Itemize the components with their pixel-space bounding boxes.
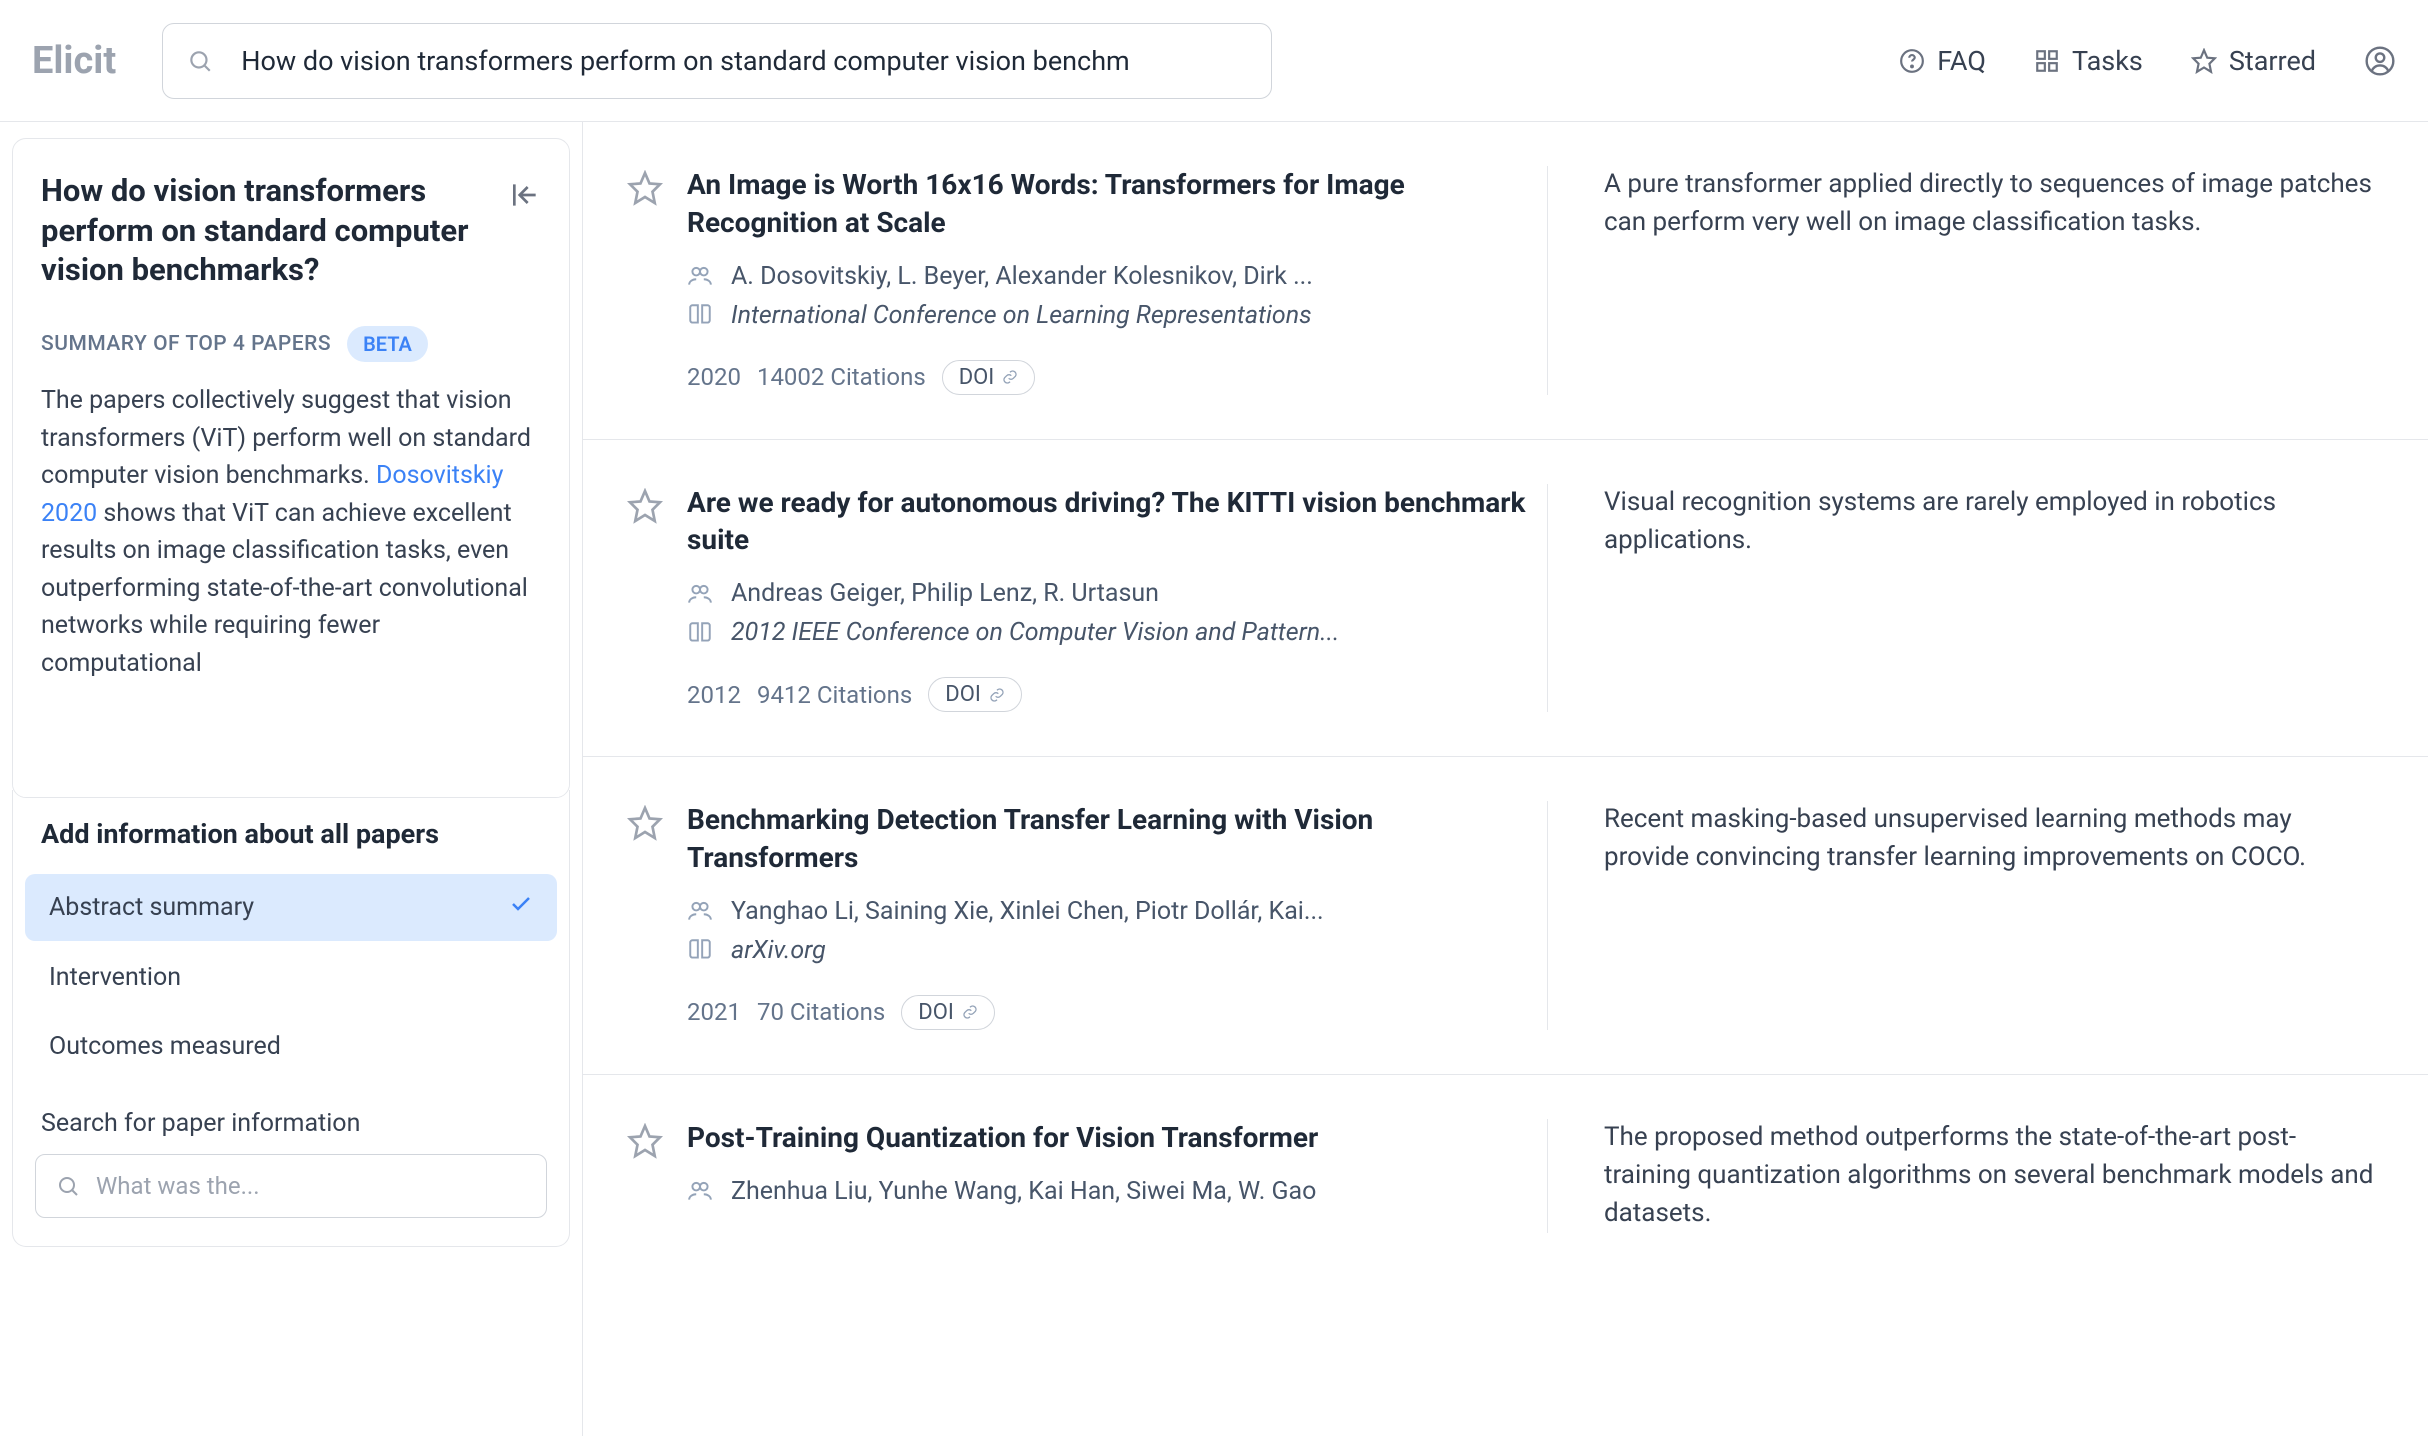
search-icon xyxy=(187,48,213,74)
result-row: Benchmarking Detection Transfer Learning… xyxy=(583,757,2428,1075)
column-search[interactable] xyxy=(35,1154,547,1218)
paper-citations: 9412 Citations xyxy=(757,681,912,709)
paper-venue: 2012 IEEE Conference on Computer Vision … xyxy=(731,618,1339,647)
column-option-outcomes-measured[interactable]: Outcomes measured xyxy=(25,1014,557,1079)
abstract-summary: Recent masking-based unsupervised learni… xyxy=(1547,801,2428,1030)
star-icon[interactable] xyxy=(627,805,663,841)
paper-authors: Andreas Geiger, Philip Lenz, R. Urtasun xyxy=(731,579,1159,608)
link-icon xyxy=(989,687,1005,703)
faq-link[interactable]: FAQ xyxy=(1899,45,1986,77)
result-row: An Image is Worth 16x16 Words: Transform… xyxy=(583,122,2428,440)
authors-icon xyxy=(687,1178,713,1204)
column-option-abstract-summary[interactable]: Abstract summary xyxy=(25,874,557,941)
star-icon xyxy=(2191,48,2217,74)
abstract-summary: Visual recognition systems are rarely em… xyxy=(1547,484,2428,713)
abstract-summary: The proposed method outperforms the stat… xyxy=(1547,1119,2428,1233)
help-icon xyxy=(1899,48,1925,74)
star-icon[interactable] xyxy=(627,1123,663,1159)
paper-citations: 14002 Citations xyxy=(757,363,926,391)
summary-text: The papers collectively suggest that vis… xyxy=(41,382,541,682)
results-list: An Image is Worth 16x16 Words: Transform… xyxy=(582,122,2428,1436)
paper-title[interactable]: Benchmarking Detection Transfer Learning… xyxy=(687,801,1547,877)
paper-title[interactable]: Are we ready for autonomous driving? The… xyxy=(687,484,1547,560)
columns-title: Add information about all papers xyxy=(25,818,557,850)
book-icon xyxy=(687,302,713,328)
link-icon xyxy=(962,1004,978,1020)
paper-title[interactable]: An Image is Worth 16x16 Words: Transform… xyxy=(687,166,1547,242)
paper-venue: arXiv.org xyxy=(731,936,826,965)
tasks-label: Tasks xyxy=(2072,45,2143,77)
beta-badge: BETA xyxy=(347,326,428,362)
column-option-label: Intervention xyxy=(49,963,181,992)
doi-button[interactable]: DOI xyxy=(942,360,1036,395)
book-icon xyxy=(687,937,713,963)
columns-card: Add information about all papers Abstrac… xyxy=(12,790,570,1247)
paper-year: 2020 xyxy=(687,363,741,391)
column-option-label: Outcomes measured xyxy=(49,1032,281,1061)
column-option-label: Abstract summary xyxy=(49,893,254,922)
book-icon xyxy=(687,620,713,646)
result-row: Post-Training Quantization for Vision Tr… xyxy=(583,1075,2428,1277)
collapse-sidebar-button[interactable] xyxy=(509,179,541,215)
paper-year: 2012 xyxy=(687,681,741,709)
question-title: How do vision transformers perform on st… xyxy=(41,171,489,290)
summary-subheader: SUMMARY OF TOP 4 PAPERS xyxy=(41,332,331,356)
check-icon xyxy=(509,892,533,923)
authors-icon xyxy=(687,263,713,289)
sidebar: How do vision transformers perform on st… xyxy=(0,122,582,1436)
logo[interactable]: Elicit xyxy=(32,39,116,83)
search-input[interactable] xyxy=(241,45,1247,77)
starred-link[interactable]: Starred xyxy=(2191,45,2316,77)
column-search-input[interactable] xyxy=(96,1172,526,1200)
paper-authors: A. Dosovitskiy, L. Beyer, Alexander Kole… xyxy=(731,262,1313,291)
result-row: Are we ready for autonomous driving? The… xyxy=(583,440,2428,758)
starred-label: Starred xyxy=(2229,45,2316,77)
abstract-summary: A pure transformer applied directly to s… xyxy=(1547,166,2428,395)
star-icon[interactable] xyxy=(627,170,663,206)
search-bar[interactable] xyxy=(162,23,1272,99)
summary-card: How do vision transformers perform on st… xyxy=(12,138,570,798)
grid-icon xyxy=(2034,48,2060,74)
authors-icon xyxy=(687,581,713,607)
star-icon[interactable] xyxy=(627,488,663,524)
paper-venue: International Conference on Learning Rep… xyxy=(731,301,1312,330)
account-button[interactable] xyxy=(2364,45,2396,77)
authors-icon xyxy=(687,898,713,924)
column-option-intervention[interactable]: Intervention xyxy=(25,945,557,1010)
doi-button[interactable]: DOI xyxy=(928,677,1022,712)
paper-authors: Yanghao Li, Saining Xie, Xinlei Chen, Pi… xyxy=(731,897,1324,926)
doi-button[interactable]: DOI xyxy=(901,995,995,1030)
paper-authors: Zhenhua Liu, Yunhe Wang, Kai Han, Siwei … xyxy=(731,1177,1316,1206)
column-search-label: Search for paper information xyxy=(41,1109,557,1138)
tasks-link[interactable]: Tasks xyxy=(2034,45,2143,77)
faq-label: FAQ xyxy=(1937,45,1986,77)
paper-title[interactable]: Post-Training Quantization for Vision Tr… xyxy=(687,1119,1547,1157)
user-icon xyxy=(2364,45,2396,77)
paper-year: 2021 xyxy=(687,998,741,1026)
link-icon xyxy=(1002,369,1018,385)
collapse-icon xyxy=(509,179,541,211)
paper-citations: 70 Citations xyxy=(757,998,885,1026)
search-icon xyxy=(56,1174,80,1198)
